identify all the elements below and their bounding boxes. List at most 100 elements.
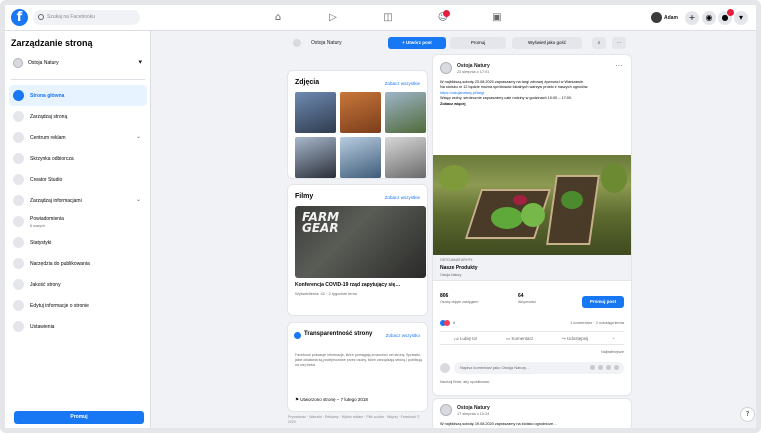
gif-icon[interactable] [606, 365, 611, 370]
globe-icon [13, 216, 24, 227]
photos-see-all-link[interactable]: Zobacz wszystkie [385, 81, 420, 86]
view-as-visitor-button[interactable]: Wyświetl jako gość [512, 37, 582, 49]
photo-thumbnail[interactable] [340, 137, 381, 178]
photo-thumbnail[interactable] [385, 92, 426, 133]
post-date[interactable]: 17 sierpnia o 10:24 [457, 412, 489, 416]
video-thumbnail[interactable]: FARM GEAR [295, 206, 426, 278]
account-menu-icon[interactable]: ▾ [734, 11, 748, 25]
search-bar[interactable]: Szukaj na Facebooku [33, 10, 140, 25]
page-management-sidebar: Zarządzanie stroną Ostoja Natury ▾ Stron… [5, 31, 151, 428]
promote-page-button[interactable]: Promuj [450, 37, 506, 49]
sidebar-item-insights[interactable]: Statystyki [9, 232, 147, 253]
post-actions: 👍︎ Lubię to! ▭ Komentarz ↪ Udostępnij ◔ [440, 331, 624, 345]
create-icon[interactable]: + [685, 11, 699, 25]
videos-see-all-link[interactable]: Zobacz wszystkie [385, 195, 420, 200]
sidebar-item-notifications[interactable]: Powiadomienia 8 nowych [9, 211, 147, 232]
post-author-name[interactable]: Ostoja Natury [457, 63, 490, 69]
post-menu-icon[interactable]: ··· [615, 61, 623, 70]
photo-thumbnail[interactable] [340, 92, 381, 133]
sidebar-item-label: Statystyki [30, 240, 52, 246]
sidebar-item-page-quality[interactable]: Jakość strony [9, 274, 147, 295]
see-more-link[interactable]: Zobacz więcej [440, 102, 620, 107]
sidebar-item-manage-info[interactable]: Zarządzaj informacjami ⌄ [9, 190, 147, 211]
link-preview[interactable]: OSTOJANATURY.PL Nasze Produkty Ostoja Na… [433, 255, 631, 281]
engagement-value: 64 [518, 293, 524, 299]
browser-frame: f Szukaj na Facebooku ⌂ ▷ ◫ ☺ ▣ Adam + ◉… [0, 0, 761, 433]
post-author-avatar[interactable] [440, 62, 452, 74]
commenter-avatar [440, 363, 450, 373]
creator-studio-icon [13, 174, 24, 185]
sidebar-item-label: Skrzynka odbiorcza [30, 156, 74, 162]
sidebar-item-label: Creator Studio [30, 177, 63, 183]
sticker-icon[interactable] [614, 365, 619, 370]
sidebar-item-ad-center[interactable]: Centrum reklam ⌄ [9, 127, 147, 148]
page-avatar [13, 58, 23, 68]
reach-label: Osoby objęte zasięgiem [440, 300, 479, 304]
share-label: Udostępnij [567, 336, 589, 341]
sidebar-item-label: Narzędzia do publikowania [30, 261, 90, 267]
comment-label: Komentarz [511, 336, 534, 341]
chart-icon [13, 237, 24, 248]
comment-composer: Napisz komentarz jako Ostoja Natury… [440, 361, 624, 375]
facebook-logo-icon[interactable]: f [11, 9, 28, 26]
more-options-icon[interactable]: ··· [612, 37, 626, 49]
transparency-description: Facebook pokazuje informacje, które poma… [295, 353, 423, 368]
post-date[interactable]: 23 sierpnia o 17:01 [457, 70, 489, 74]
thumb-text-line: GEAR [302, 221, 339, 235]
sidebar-item-inbox[interactable]: Skrzynka odbiorcza [9, 148, 147, 169]
footer-links[interactable]: Prywatność · Warunki · Reklamy · Wybór r… [288, 415, 428, 425]
press-enter-hint: Naciśnij Enter, aby opublikować. [440, 380, 491, 384]
post-author-name[interactable]: Ostoja Natury [457, 405, 490, 411]
reactions-count[interactable]: 8 [453, 320, 455, 325]
like-label: Lubię to! [459, 336, 478, 341]
video-title[interactable]: Konferencja COVID-19 rząd zapytujący się… [295, 282, 426, 288]
audience-selector-icon[interactable]: ◔ [612, 334, 615, 344]
gaming-icon[interactable]: ▣ [491, 12, 503, 24]
sidebar-item-home[interactable]: Strona główna [9, 85, 147, 106]
create-post-button[interactable]: + Utwórz post [388, 37, 446, 49]
page-selector[interactable]: Ostoja Natury ▾ [11, 55, 145, 71]
sidebar-menu: Strona główna Zarządzaj stroną Centrum r… [9, 85, 147, 337]
marketplace-icon[interactable]: ◫ [382, 12, 394, 24]
sidebar-item-label: Zarządzaj informacjami [30, 198, 82, 204]
chevron-down-icon: ⌄ [135, 133, 141, 140]
emoji-icon[interactable] [590, 365, 595, 370]
page-created-text: Utworzono stronę – 7 lutego 2018 [300, 397, 368, 402]
share-button[interactable]: ↪ Udostępnij [562, 334, 588, 344]
page-created-row: ⚑ Utworzono stronę – 7 lutego 2018 [295, 397, 368, 403]
home-icon[interactable]: ⌂ [272, 12, 284, 24]
comment-sort-selector[interactable]: Najtrafniejsze [601, 350, 624, 354]
post-author-avatar[interactable] [440, 404, 452, 416]
video-thumbnail-text: FARM GEAR [302, 211, 339, 235]
search-page-icon[interactable]: ⌕ [592, 37, 606, 49]
photo-thumbnail[interactable] [295, 92, 336, 133]
sidebar-item-edit-info[interactable]: Edytuj informacje o stronie [9, 295, 147, 316]
help-icon[interactable]: ? [741, 408, 754, 421]
sidebar-item-creator-studio[interactable]: Creator Studio [9, 169, 147, 190]
videos-card: Filmy Zobacz wszystkie FARM GEAR Konfere… [288, 185, 427, 315]
post-text: W najbliższą sobotę 19.08.2020 zapraszam… [440, 422, 557, 426]
photo-thumbnail[interactable] [295, 137, 336, 178]
sidebar-item-label: Ustawienia [30, 324, 55, 330]
sidebar-item-publishing-tools[interactable]: Narzędzia do publikowania [9, 253, 147, 274]
like-button[interactable]: 👍︎ Lubię to! [454, 334, 477, 344]
boost-post-button[interactable]: Promuj post [582, 296, 624, 308]
photo-thumbnail[interactable] [385, 137, 426, 178]
sidebar-item-settings[interactable]: Ustawienia [9, 316, 147, 337]
profile-shortcut[interactable]: Adam [651, 11, 681, 25]
groups-badge [443, 10, 450, 17]
comment-button[interactable]: ▭ Komentarz [506, 334, 533, 344]
sidebar-item-label: Jakość strony [30, 282, 61, 288]
watch-icon[interactable]: ▷ [327, 12, 339, 24]
comments-shares-count[interactable]: 1 komentarz · 2 udostępnienia [570, 320, 624, 325]
avatar [651, 12, 662, 23]
promote-button[interactable]: Promuj [14, 411, 144, 424]
messenger-icon[interactable]: ◉ [702, 11, 716, 25]
camera-icon[interactable] [598, 365, 603, 370]
videos-title: Filmy [295, 193, 314, 200]
pencil-icon [13, 300, 24, 311]
post-image[interactable] [433, 155, 631, 255]
page-selector-name: Ostoja Natury [28, 60, 59, 66]
transparency-see-all-link[interactable]: Zobacz wszystko [386, 333, 420, 338]
sidebar-item-manage-page[interactable]: Zarządzaj stroną [9, 106, 147, 127]
